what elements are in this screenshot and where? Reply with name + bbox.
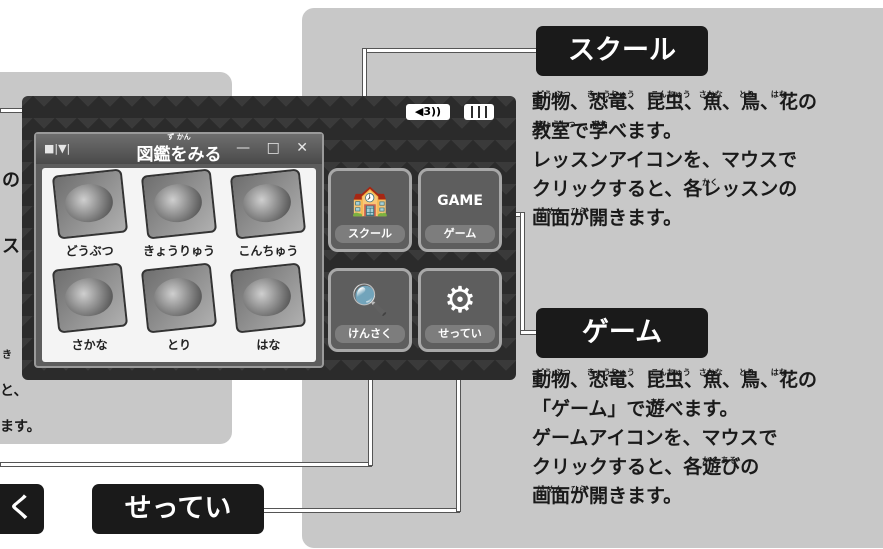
school-ruby-1: どう ぶつ きょうりゅう こんちゅう さかな とり はな [536,90,787,99]
battery-icon [464,104,494,120]
connector-school-h [362,48,538,53]
game-button[interactable]: GAME ゲーム [418,168,502,252]
game-description: どう ぶつ きょうりゅう こんちゅう さかな とり はな 動物、恐竜、昆虫、魚、… [532,366,882,511]
fish-book-icon [51,262,128,334]
left-fragment-2: ス [2,236,20,257]
zukan-grid: どうぶつ きょうりゅう こんちゅう さかな とり はな [42,168,316,362]
search-button[interactable]: 🔍 けんさく [328,268,412,352]
zukan-item-label: はな [256,338,281,352]
game-button-label: ゲーム [425,225,495,243]
left-fragment-4: ます。 [0,419,41,435]
zukan-item-label: とり [166,338,191,352]
zukan-item-insects[interactable]: こんちゅう [225,168,312,264]
search-button-label: けんさく [335,325,405,343]
bird-book-icon [140,262,218,334]
dinosaur-book-icon [140,168,218,240]
insect-book-icon [230,168,307,240]
school-description: どう ぶつ きょうりゅう こんちゅう さかな とり はな 動物、恐竜、昆虫、魚、… [532,88,882,233]
school-ruby-5: が めん ひら [536,207,587,216]
school-building-icon: 🏫 [351,183,389,218]
zukan-item-fish[interactable]: さかな [46,262,133,358]
school-button[interactable]: 🏫 スクール [328,168,412,252]
connector-settings-v [456,360,461,512]
window-controls[interactable]: — □ ✕ [236,140,314,156]
flower-book-icon [230,262,307,334]
school-ruby-2: きょうしつ まな [536,120,608,129]
game-ruby-1: どう ぶつ きょうりゅう こんちゅう さかな とり はな [536,368,787,377]
school-callout-tag: スクール [536,26,708,76]
magnifier-icon: 🔍 [351,283,389,318]
connector-game-v [520,212,525,334]
settings-button-label: せってい [425,325,495,343]
game-desc-line-2: 「ゲーム」で遊べます。 [532,398,739,420]
zukan-item-label: どうぶつ [65,244,114,258]
settings-callout-tag: せってい [92,484,264,534]
speaker-volume-icon[interactable]: ◀3)) [406,104,450,120]
gear-icon: ⚙ [443,280,477,321]
device-screen: ◀3)) ■|▼| ず かん 図鑑をみる — □ ✕ どうぶつ きょうりゅう こ… [22,96,516,380]
zukan-title-text: 図鑑をみる [136,145,222,165]
zukan-titlebar: ■|▼| ず かん 図鑑をみる — □ ✕ [36,133,322,165]
zukan-item-animals[interactable]: どうぶつ [46,168,133,264]
zukan-item-birds[interactable]: とり [135,262,222,358]
zukan-item-label: きょうりゅう [142,244,215,258]
left-fragment-5: き [2,350,12,361]
game-icon: GAME [437,193,483,209]
connector-search-h [0,462,372,467]
zukan-item-label: さかな [71,338,108,352]
school-button-label: スクール [335,225,405,243]
zukan-item-flowers[interactable]: はな [225,262,312,358]
game-ruby-5: が めん ひら [536,485,587,494]
school-ruby-4: かく [702,178,718,187]
game-callout-tag: ゲーム [536,308,708,358]
zukan-window: ■|▼| ず かん 図鑑をみる — □ ✕ どうぶつ きょうりゅう こんちゅう [34,132,324,368]
animal-book-icon [51,168,128,240]
left-fragment-3: と、 [0,383,28,399]
status-bar: ◀3)) [22,96,516,130]
zukan-item-dinosaurs[interactable]: きょうりゅう [135,168,222,264]
partial-callout-tag: く [0,484,44,534]
game-ruby-2: あそ [650,398,666,407]
connector-settings-h [262,508,460,513]
zukan-item-label: こんちゅう [238,244,299,258]
left-fragment-1: の [2,170,20,191]
game-ruby-4: かく あそ [702,456,737,465]
settings-button[interactable]: ⚙ せってい [418,268,502,352]
